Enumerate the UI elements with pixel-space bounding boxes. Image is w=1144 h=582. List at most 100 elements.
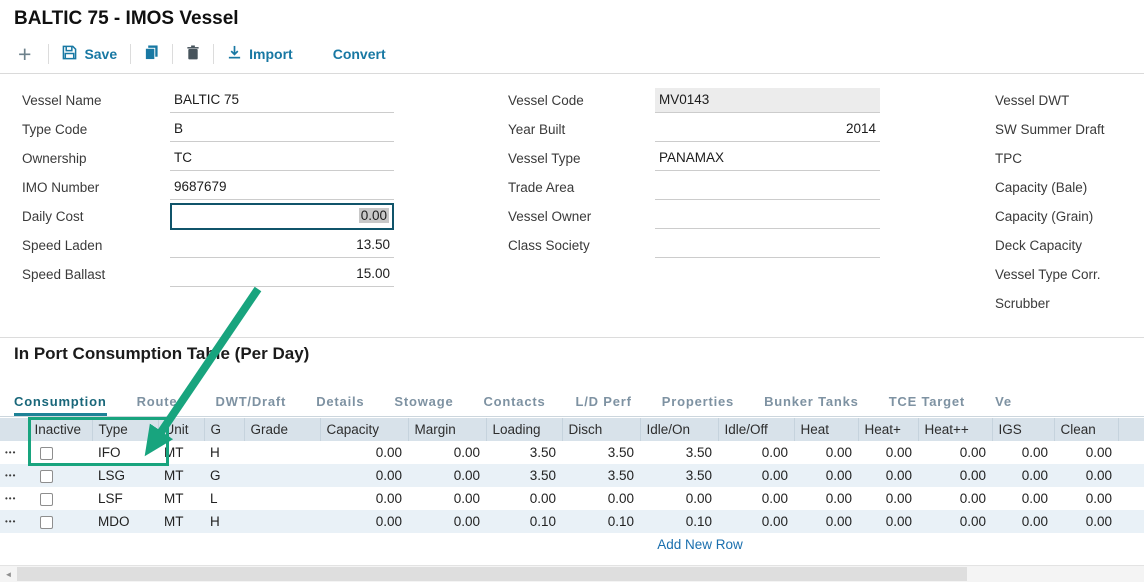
- scrollbar-thumb[interactable]: [17, 567, 967, 581]
- table-cell[interactable]: MT: [158, 510, 204, 533]
- table-cell[interactable]: 0.00: [858, 464, 918, 487]
- col-margin[interactable]: Margin: [408, 418, 486, 441]
- col-capacity[interactable]: Capacity: [320, 418, 408, 441]
- table-cell[interactable]: 0.00: [408, 510, 486, 533]
- tab-tce-target[interactable]: TCE Target: [889, 394, 965, 416]
- table-cell[interactable]: 0.00: [858, 487, 918, 510]
- tab-contacts[interactable]: Contacts: [483, 394, 545, 416]
- copy-button[interactable]: [144, 45, 159, 63]
- table-cell[interactable]: 0.00: [320, 464, 408, 487]
- table-cell[interactable]: 0.00: [320, 510, 408, 533]
- table-cell[interactable]: MT: [158, 487, 204, 510]
- table-cell[interactable]: [244, 441, 320, 464]
- table-cell[interactable]: 0.00: [918, 464, 992, 487]
- vessel-owner-field[interactable]: [655, 204, 880, 229]
- col-idle-on[interactable]: Idle/On: [640, 418, 718, 441]
- table-cell[interactable]: 0.00: [562, 487, 640, 510]
- col-igs[interactable]: IGS: [992, 418, 1054, 441]
- horizontal-scrollbar[interactable]: ◄: [0, 565, 1144, 582]
- table-cell[interactable]: 0.00: [486, 487, 562, 510]
- table-cell[interactable]: 0.00: [918, 441, 992, 464]
- col-grade[interactable]: Grade: [244, 418, 320, 441]
- tab-routes[interactable]: Routes: [137, 394, 186, 416]
- import-button[interactable]: Import: [227, 45, 293, 63]
- speed-ballast-field[interactable]: 15.00: [170, 262, 394, 287]
- table-cell[interactable]: [244, 487, 320, 510]
- table-cell[interactable]: 0.00: [320, 487, 408, 510]
- tab-properties[interactable]: Properties: [662, 394, 734, 416]
- col-idle-off[interactable]: Idle/Off: [718, 418, 794, 441]
- table-cell[interactable]: 0.00: [992, 441, 1054, 464]
- table-cell[interactable]: MDO: [92, 510, 158, 533]
- table-cell[interactable]: 0.00: [718, 464, 794, 487]
- daily-cost-field[interactable]: 0.00: [170, 203, 394, 230]
- tab-vessel-clipped[interactable]: Ve: [995, 394, 1012, 416]
- col-loading[interactable]: Loading: [486, 418, 562, 441]
- tab-stowage[interactable]: Stowage: [394, 394, 453, 416]
- table-cell[interactable]: 0.00: [1054, 441, 1118, 464]
- row-menu-button[interactable]: •••: [0, 464, 28, 487]
- table-cell[interactable]: LSF: [92, 487, 158, 510]
- table-cell[interactable]: 0.00: [794, 510, 858, 533]
- table-cell[interactable]: 0.00: [992, 487, 1054, 510]
- table-cell[interactable]: G: [204, 464, 244, 487]
- vessel-name-field[interactable]: BALTIC 75: [170, 88, 394, 113]
- tab-details[interactable]: Details: [316, 394, 364, 416]
- imo-number-field[interactable]: 9687679: [170, 175, 394, 200]
- row-menu-button[interactable]: •••: [0, 487, 28, 510]
- col-unit[interactable]: Unit: [158, 418, 204, 441]
- convert-button[interactable]: Convert: [333, 46, 386, 62]
- col-heat-plus-plus[interactable]: Heat++: [918, 418, 992, 441]
- inactive-checkbox[interactable]: [40, 470, 53, 483]
- tab-dwt-draft[interactable]: DWT/Draft: [215, 394, 286, 416]
- table-cell[interactable]: 0.00: [320, 441, 408, 464]
- table-cell[interactable]: 0.00: [918, 510, 992, 533]
- col-disch[interactable]: Disch: [562, 418, 640, 441]
- tab-ld-perf[interactable]: L/D Perf: [576, 394, 632, 416]
- table-cell[interactable]: 0.00: [408, 487, 486, 510]
- table-cell[interactable]: 3.50: [640, 464, 718, 487]
- tab-consumption[interactable]: Consumption: [14, 394, 107, 416]
- table-cell[interactable]: 0.00: [718, 487, 794, 510]
- table-cell[interactable]: 0.00: [718, 510, 794, 533]
- type-code-field[interactable]: B: [170, 117, 394, 142]
- table-cell[interactable]: 0.10: [640, 510, 718, 533]
- ownership-field[interactable]: TC: [170, 146, 394, 171]
- table-cell[interactable]: 0.00: [858, 441, 918, 464]
- table-cell[interactable]: 0.00: [992, 510, 1054, 533]
- scroll-left-button[interactable]: ◄: [0, 566, 17, 582]
- table-cell[interactable]: 0.00: [794, 441, 858, 464]
- table-cell[interactable]: 0.00: [794, 487, 858, 510]
- inactive-checkbox[interactable]: [40, 516, 53, 529]
- table-cell[interactable]: 0.00: [1054, 510, 1118, 533]
- tab-bunker-tanks[interactable]: Bunker Tanks: [764, 394, 859, 416]
- trade-area-field[interactable]: [655, 175, 880, 200]
- class-society-field[interactable]: [655, 233, 880, 258]
- table-cell[interactable]: L: [204, 487, 244, 510]
- table-cell[interactable]: 0.10: [562, 510, 640, 533]
- table-cell[interactable]: MT: [158, 441, 204, 464]
- col-type[interactable]: Type: [92, 418, 158, 441]
- col-clean[interactable]: Clean: [1054, 418, 1118, 441]
- table-cell[interactable]: 0.00: [1054, 464, 1118, 487]
- table-cell[interactable]: [244, 464, 320, 487]
- table-cell[interactable]: 0.00: [794, 464, 858, 487]
- add-new-row-link[interactable]: Add New Row: [620, 537, 780, 552]
- table-cell[interactable]: IFO: [92, 441, 158, 464]
- table-cell[interactable]: H: [204, 441, 244, 464]
- table-cell[interactable]: H: [204, 510, 244, 533]
- inactive-checkbox[interactable]: [40, 493, 53, 506]
- table-cell[interactable]: 0.10: [486, 510, 562, 533]
- table-cell[interactable]: 3.50: [486, 464, 562, 487]
- row-menu-button[interactable]: •••: [0, 441, 28, 464]
- table-cell[interactable]: LSG: [92, 464, 158, 487]
- table-cell[interactable]: 0.00: [918, 487, 992, 510]
- table-cell[interactable]: 3.50: [486, 441, 562, 464]
- row-menu-button[interactable]: •••: [0, 510, 28, 533]
- year-built-field[interactable]: 2014: [655, 117, 880, 142]
- table-cell[interactable]: 0.00: [858, 510, 918, 533]
- table-cell[interactable]: 3.50: [640, 441, 718, 464]
- table-cell[interactable]: MT: [158, 464, 204, 487]
- table-cell[interactable]: 0.00: [718, 441, 794, 464]
- col-inactive[interactable]: Inactive: [28, 418, 92, 441]
